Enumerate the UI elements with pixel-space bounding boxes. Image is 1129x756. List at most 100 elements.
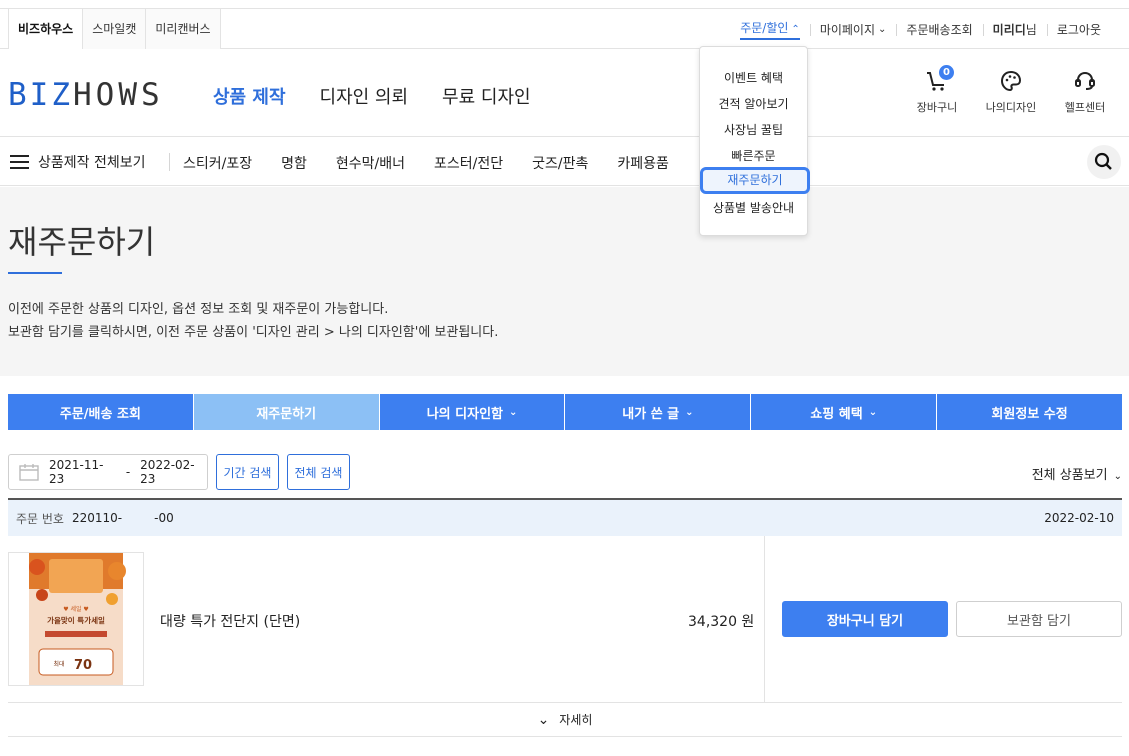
- logo-biz: BIZ: [8, 77, 73, 113]
- save-to-storage-button[interactable]: 보관함 담기: [956, 601, 1122, 637]
- all-categories-button[interactable]: 상품제작 전체보기: [10, 152, 146, 172]
- dropdown-shipping-info[interactable]: 상품별 발송안내: [700, 199, 807, 216]
- detail-label: 자세히: [559, 713, 593, 727]
- headset-icon: [1073, 69, 1097, 93]
- chevron-down-icon: ⌄: [685, 406, 694, 418]
- date-range-picker[interactable]: 2021-11-23 - 2022-02-23: [8, 454, 208, 490]
- thumb-text-1: ♥ 세일 ♥: [63, 605, 89, 613]
- tab-my-designs-label: 나의 디자인함: [426, 406, 504, 422]
- user-greeting: 미리디 님: [982, 21, 1047, 38]
- date-to[interactable]: 2022-02-23: [140, 458, 207, 486]
- dropdown-event-benefits[interactable]: 이벤트 혜택: [700, 69, 807, 86]
- tab-my-posts[interactable]: 내가 쓴 글 ⌄: [565, 394, 752, 430]
- user-name: 미리디: [992, 22, 1026, 37]
- title-underline: [8, 272, 62, 274]
- nav-design-request[interactable]: 디자인 의뢰: [320, 83, 409, 109]
- bizhows-logo[interactable]: BIZHOWS: [8, 77, 164, 113]
- tab-reorder[interactable]: 재주문하기: [193, 394, 380, 430]
- thumb-text-3: 최대: [53, 660, 64, 668]
- column-divider: [764, 536, 765, 703]
- date-separator: -: [125, 465, 131, 479]
- mypage-menu[interactable]: 마이페이지 ⌄: [809, 21, 897, 38]
- category-banner[interactable]: 현수막/배너: [336, 153, 405, 173]
- category-business-card[interactable]: 명함: [281, 153, 307, 173]
- site-switcher: 비즈하우스 스마일캣 미리캔버스: [8, 9, 221, 49]
- description-line-1: 이전에 주문한 상품의 디자인, 옵션 정보 조회 및 재주문이 가능합니다.: [8, 302, 389, 317]
- cart-count-badge: 0: [939, 65, 954, 80]
- main-nav: 상품 제작 디자인 의뢰 무료 디자인: [213, 83, 531, 109]
- site-tab-bizhows[interactable]: 비즈하우스: [8, 9, 84, 49]
- product-price: 34,320 원: [688, 614, 755, 630]
- page-title: 재주문하기: [8, 223, 156, 261]
- order-number-label: 주문 번호: [16, 511, 64, 526]
- order-number-tail: -00: [154, 511, 174, 525]
- logo-hows: HOWS: [73, 77, 164, 113]
- cart-button[interactable]: 0 장바구니: [909, 65, 965, 115]
- dropdown-tips[interactable]: 사장님 꿀팁: [700, 121, 807, 138]
- search-button[interactable]: [1087, 145, 1121, 179]
- date-from[interactable]: 2021-11-23: [49, 458, 116, 486]
- cart-icon: 0: [925, 65, 954, 93]
- add-to-cart-button[interactable]: 장바구니 담기: [782, 601, 948, 637]
- my-design-button[interactable]: 나의디자인: [983, 69, 1039, 115]
- calendar-icon: [19, 463, 39, 481]
- category-bar: 상품제작 전체보기 스티커/포장 명함 현수막/배너 포스터/전단 굿즈/판촉 …: [0, 138, 1129, 186]
- category-goods[interactable]: 굿즈/판촉: [532, 153, 588, 173]
- order-discount-menu[interactable]: 주문/할인 ⌃: [730, 19, 810, 40]
- help-center-button[interactable]: 헬프센터: [1057, 69, 1113, 115]
- product-name[interactable]: 대량 특가 전단지 (단면): [160, 611, 300, 631]
- description-line-2: 보관함 담기를 클릭하시면, 이전 주문 상품이 '디자인 관리 > 나의 디자…: [8, 325, 499, 340]
- category-poster[interactable]: 포스터/전단: [434, 153, 503, 173]
- thumb-text-4: 70: [74, 658, 92, 673]
- dropdown-quick-order[interactable]: 빠른주문: [700, 147, 807, 164]
- page-description: 이전에 주문한 상품의 디자인, 옵션 정보 조회 및 재주문이 가능합니다. …: [8, 298, 498, 344]
- tab-order-delivery[interactable]: 주문/배송 조회: [8, 394, 194, 430]
- view-all-products-select[interactable]: 전체 상품보기 ⌄: [1032, 464, 1122, 483]
- view-all-label: 전체 상품보기: [1031, 468, 1108, 483]
- dropdown-reorder[interactable]: 재주문하기: [700, 167, 810, 194]
- thumb-text-2: 가을맞이 특가세일: [47, 615, 105, 625]
- site-header: BIZHOWS 상품 제작 디자인 의뢰 무료 디자인 0 장바구니 나의디자인…: [0, 49, 1129, 137]
- product-thumbnail[interactable]: ♥ 세일 ♥ 가을맞이 특가세일 최대 70: [8, 552, 144, 686]
- utility-bar: 비즈하우스 스마일캣 미리캔버스 주문/할인 ⌃ 마이페이지 ⌄ 주문배송조회 미리…: [0, 8, 1129, 49]
- order-date: 2022-02-10: [1044, 511, 1114, 525]
- logout-link[interactable]: 로그아웃: [1046, 21, 1111, 38]
- page-header-section: 재주문하기 이전에 주문한 상품의 디자인, 옵션 정보 조회 및 재주문이 가…: [0, 187, 1129, 376]
- order-number: 220110-: [71, 511, 123, 525]
- user-suffix: 님: [1025, 22, 1037, 37]
- my-design-label: 나의디자인: [985, 101, 1037, 114]
- chevron-down-icon: ⌄: [878, 23, 887, 35]
- palette-icon: [999, 69, 1023, 93]
- nav-free-design[interactable]: 무료 디자인: [442, 83, 531, 109]
- tab-shopping-benefits[interactable]: 쇼핑 혜택 ⌄: [751, 394, 938, 430]
- tab-my-designs[interactable]: 나의 디자인함 ⌄: [379, 394, 566, 430]
- hamburger-icon: [10, 154, 29, 170]
- help-center-label: 헬프센터: [1064, 101, 1106, 114]
- chevron-down-icon: ⌄: [1113, 471, 1122, 482]
- dropdown-quote[interactable]: 견적 알아보기: [700, 95, 807, 112]
- tab-edit-profile[interactable]: 회원정보 수정: [937, 394, 1122, 430]
- tab-shopping-benefits-label: 쇼핑 혜택: [810, 406, 863, 422]
- site-tab-miricanvas[interactable]: 미리캔버스: [146, 9, 221, 49]
- chevron-down-icon: ⌄: [537, 711, 550, 728]
- header-icons: 0 장바구니 나의디자인 헬프센터: [909, 65, 1113, 115]
- mypage-tabs: 주문/배송 조회 재주문하기 나의 디자인함 ⌄ 내가 쓴 글 ⌄ 쇼핑 혜택 ⌄ 회…: [8, 394, 1122, 430]
- order-discount-dropdown: 이벤트 혜택 견적 알아보기 사장님 꿀팁 빠른주문 재주문하기 상품별 발송안…: [699, 46, 810, 236]
- order-tracking-link[interactable]: 주문배송조회: [896, 21, 982, 38]
- chevron-down-icon: ⌄: [509, 406, 518, 418]
- chevron-up-icon: ⌃: [791, 23, 800, 35]
- category-sticker[interactable]: 스티커/포장: [183, 153, 252, 173]
- order-item: ♥ 세일 ♥ 가을맞이 특가세일 최대 70 대량 특가 전단지 (단면) 34…: [8, 536, 1122, 703]
- site-tab-smilecat[interactable]: 스마일캣: [83, 9, 147, 49]
- category-list: 스티커/포장 명함 현수막/배너 포스터/전단 굿즈/판촉 카페용품: [183, 153, 669, 173]
- period-search-button[interactable]: 기간 검색: [216, 454, 279, 490]
- date-filter-row: 2021-11-23 - 2022-02-23 기간 검색 전체 검색 전체 상…: [8, 454, 1122, 490]
- detail-toggle[interactable]: ⌄ 자세히: [8, 703, 1122, 737]
- search-icon: [1094, 152, 1112, 170]
- mypage-label: 마이페이지: [819, 22, 876, 37]
- chevron-down-icon: ⌄: [868, 406, 878, 418]
- nav-product-making[interactable]: 상품 제작: [213, 83, 286, 109]
- order-discount-label: 주문/할인: [740, 20, 789, 35]
- category-cafe[interactable]: 카페용품: [617, 153, 669, 173]
- all-search-button[interactable]: 전체 검색: [287, 454, 350, 490]
